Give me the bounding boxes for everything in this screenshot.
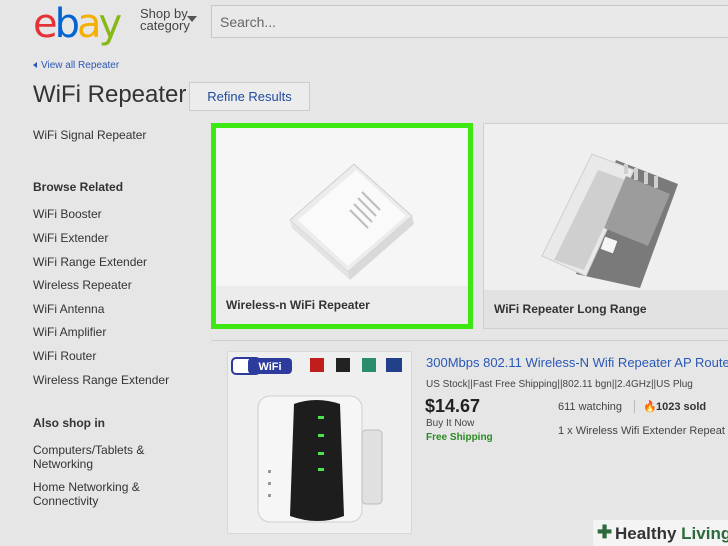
search-input[interactable] — [212, 6, 728, 37]
shop-by-category-button[interactable]: Shop by category — [140, 7, 190, 33]
sidebar-link-computers-tablets[interactable]: Computers/Tablets & Networking — [33, 443, 144, 471]
link-line: Connectivity — [33, 494, 99, 508]
sold-count: 1023 sold — [656, 401, 707, 413]
caret-left-icon — [33, 62, 37, 69]
logo-letter-y: y — [98, 1, 123, 47]
wifi-repeater-image — [289, 163, 414, 280]
listing-price: $14.67 — [425, 396, 481, 416]
card-title: Wireless-n WiFi Repeater — [226, 298, 370, 312]
svg-text:WiFi: WiFi — [258, 361, 281, 373]
sidebar-link[interactable]: Wireless Repeater — [33, 278, 132, 292]
card-caption: WiFi Repeater Long Range — [484, 290, 728, 328]
browse-related-heading: Browse Related — [33, 180, 124, 194]
product-card-long-range[interactable]: WiFi Repeater Long Range — [483, 123, 728, 329]
sidebar-link[interactable]: Wireless Range Extender — [33, 373, 169, 387]
divider — [634, 400, 635, 413]
watching-count: 611 watching — [558, 401, 623, 413]
repeater-product-photo: WiFi — [231, 357, 402, 523]
listing-subtitle: US Stock||Fast Free Shipping||802.11 bgn… — [426, 379, 693, 390]
view-all-label: View all Repeater — [41, 60, 120, 71]
also-shop-heading: Also shop in — [33, 416, 105, 430]
quantity-text: 1 x Wireless Wifi Extender Repeat — [558, 425, 725, 437]
site-header: ebay Shop by category — [0, 0, 728, 46]
sidebar-link[interactable]: WiFi Booster — [33, 207, 102, 221]
watermark-word-2: Living — [681, 524, 728, 543]
buy-format-label: Buy It Now — [426, 418, 475, 429]
card-title: WiFi Repeater Long Range — [494, 302, 647, 316]
logo-letter-b: b — [54, 1, 80, 47]
link-line: Home Networking & — [33, 480, 140, 494]
sidebar-link-wifi-signal-repeater[interactable]: WiFi Signal Repeater — [33, 128, 146, 142]
long-range-repeater-image — [541, 153, 678, 288]
free-shipping-label: Free Shipping — [426, 432, 493, 443]
sidebar-link[interactable]: WiFi Range Extender — [33, 255, 147, 269]
logo-letter-e: e — [33, 1, 58, 47]
plus-icon: ✚ — [597, 522, 613, 542]
sidebar-link[interactable]: WiFi Router — [33, 349, 96, 363]
watermark-text: Healthy Living — [615, 524, 728, 544]
category-label: category — [140, 18, 190, 33]
healthy-living-watermark: ✚ Healthy Living — [593, 520, 728, 546]
link-line: Networking — [33, 457, 94, 471]
listing-image[interactable]: WiFi — [227, 351, 412, 534]
logo-letter-a: a — [77, 1, 101, 47]
section-divider — [211, 340, 728, 341]
chevron-down-icon[interactable] — [187, 16, 197, 22]
link-line: Computers/Tablets & — [33, 443, 145, 457]
fire-icon: 🔥 — [643, 401, 657, 413]
watermark-word-1: Healthy — [615, 524, 677, 543]
page-title: WiFi Repeater — [33, 81, 187, 108]
card-caption: Wireless-n WiFi Repeater — [216, 286, 468, 324]
sidebar-link-home-networking[interactable]: Home Networking & Connectivity — [33, 480, 140, 508]
sidebar-link[interactable]: WiFi Amplifier — [33, 325, 106, 339]
refine-results-button[interactable]: Refine Results — [189, 82, 310, 111]
search-box[interactable] — [211, 5, 728, 38]
ebay-logo[interactable]: ebay — [33, 1, 123, 47]
product-card-wireless-n[interactable]: Wireless-n WiFi Repeater — [211, 123, 473, 329]
sidebar-link[interactable]: WiFi Extender — [33, 231, 108, 245]
listing-title-link[interactable]: 300Mbps 802.11 Wireless-N Wifi Repeater … — [426, 355, 728, 370]
sidebar-link[interactable]: WiFi Antenna — [33, 302, 104, 316]
view-all-link[interactable]: View all Repeater — [33, 60, 119, 71]
